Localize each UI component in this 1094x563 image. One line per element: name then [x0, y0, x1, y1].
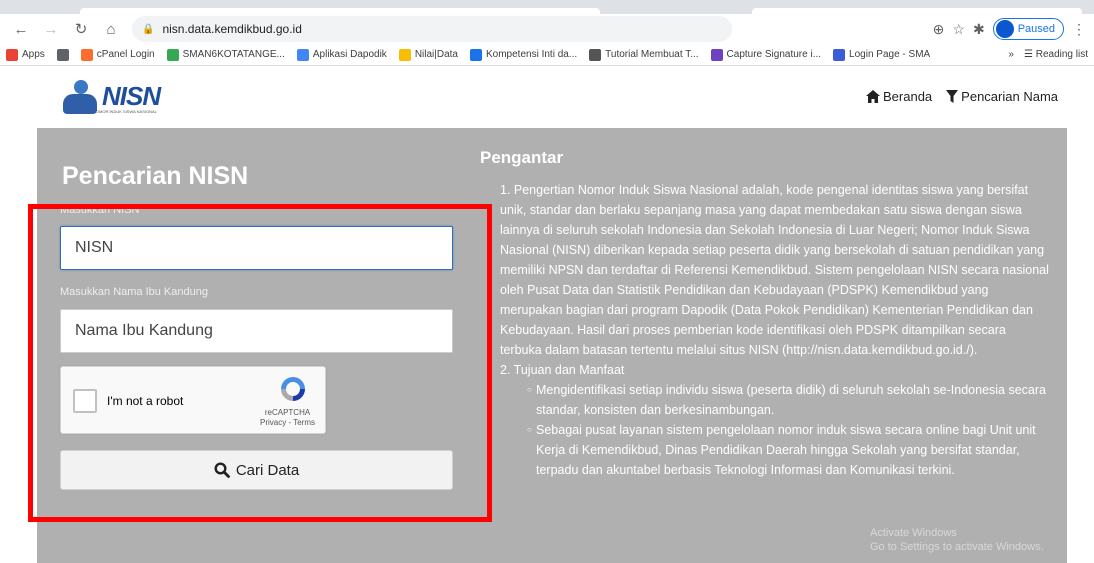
bookmark-favicon-icon [296, 48, 309, 61]
address-bar[interactable]: 🔒 nisn.data.kemdikbud.go.id [132, 16, 732, 42]
bookmark-favicon-icon [469, 48, 482, 61]
main-content: Pencarian NISN Masukkan NISN NISN Masukk… [0, 128, 1094, 563]
bookmark-item[interactable] [56, 48, 69, 61]
bookmark-item[interactable]: Aplikasi Dapodik [296, 48, 387, 61]
extensions-icon[interactable]: ✱ [973, 21, 985, 38]
intro-text: 1. Pengertian Nomor Induk Siswa Nasional… [500, 180, 1050, 480]
reload-icon[interactable]: ↻ [68, 16, 94, 42]
bookmark-label: Login Page - SMA [849, 49, 931, 60]
intro-item-1: 1. Pengertian Nomor Induk Siswa Nasional… [500, 183, 1049, 357]
intro-subitem-1: Mengidentifikasi setiap individu siswa (… [500, 380, 1050, 420]
bookmark-favicon-icon [56, 48, 69, 61]
url-text: nisn.data.kemdikbud.go.id [162, 22, 302, 36]
bookmark-label: SMAN6KOTATANGE... [182, 49, 285, 60]
bookmark-favicon-icon [589, 48, 602, 61]
bookmark-item[interactable]: Login Page - SMA [833, 48, 931, 61]
bookmark-favicon-icon [6, 48, 18, 61]
bookmark-item[interactable]: Tutorial Membuat T... [589, 48, 699, 61]
logo-text: NISN [102, 80, 161, 111]
browser-tab[interactable] [80, 8, 600, 14]
page-title: Pencarian NISN [62, 162, 249, 190]
bookmark-item[interactable]: Apps [6, 48, 45, 61]
profile-button[interactable]: Paused [992, 18, 1064, 40]
bookmark-favicon-icon [710, 48, 723, 61]
home-icon [866, 89, 881, 103]
highlight-box [28, 204, 492, 522]
intro-subitem-2: Sebagai pusat layanan sistem pengelolaan… [500, 420, 1050, 480]
bookmark-favicon-icon [833, 48, 846, 61]
bookmark-item[interactable]: Nilai|Data [398, 48, 458, 61]
bookmark-label: cPanel Login [96, 49, 155, 60]
nav-beranda[interactable]: Beranda [866, 89, 932, 104]
star-icon[interactable]: ☆ [952, 21, 965, 38]
bookmark-item[interactable]: Capture Signature i... [710, 48, 822, 61]
forward-icon[interactable]: → [38, 16, 64, 42]
bookmark-label: Nilai|Data [414, 49, 458, 60]
browser-toolbar: ← → ↻ ⌂ 🔒 nisn.data.kemdikbud.go.id ⊕ ☆ … [0, 14, 1094, 44]
menu-icon[interactable]: ⋮ [1072, 21, 1086, 38]
bookmark-item[interactable]: cPanel Login [80, 48, 155, 61]
avatar [995, 20, 1014, 38]
bookmark-label: Kompetensi Inti da... [485, 49, 578, 60]
bookmark-item[interactable]: Kompetensi Inti da... [469, 48, 578, 61]
lock-icon: 🔒 [142, 23, 155, 35]
reading-list-button[interactable]: ☰ Reading list [1024, 49, 1088, 60]
activate-windows-watermark: Activate Windows Go to Settings to activ… [870, 527, 1044, 553]
intro-item-2: 2. Tujuan dan Manfaat [500, 363, 625, 377]
bookmark-favicon-icon [398, 48, 411, 61]
bookmark-label: Aplikasi Dapodik [312, 49, 387, 60]
bookmarks-bar: Apps cPanel Login SMAN6KOTATANGE... Aplikas… [0, 44, 1094, 66]
bookmark-item[interactable]: SMAN6KOTATANGE... [166, 48, 285, 61]
bookmark-label: Apps [22, 49, 45, 60]
intro-title: Pengantar [480, 148, 564, 167]
zoom-icon[interactable]: ⊕ [933, 21, 945, 38]
nav-pencarian-nama[interactable]: Pencarian Nama [946, 89, 1058, 104]
browser-tab[interactable] [752, 8, 1082, 14]
site-header: NISN NOMOR INDUK SISWA NASIONAL Beranda … [0, 66, 1094, 126]
bookmark-favicon-icon [166, 48, 179, 61]
tab-strip [0, 0, 1094, 14]
logo-subtitle: NOMOR INDUK SISWA NASIONAL [93, 109, 157, 114]
more-bookmarks-button[interactable]: » [1008, 49, 1014, 60]
back-icon[interactable]: ← [8, 16, 34, 42]
home-browser-icon[interactable]: ⌂ [98, 16, 124, 42]
site-nav: Beranda Pencarian Nama [866, 89, 1058, 104]
profile-status: Paused [1017, 23, 1055, 35]
bookmark-label: Capture Signature i... [726, 49, 822, 60]
filter-icon [946, 89, 959, 103]
bookmark-label: Tutorial Membuat T... [605, 49, 699, 60]
bookmark-favicon-icon [80, 48, 93, 61]
